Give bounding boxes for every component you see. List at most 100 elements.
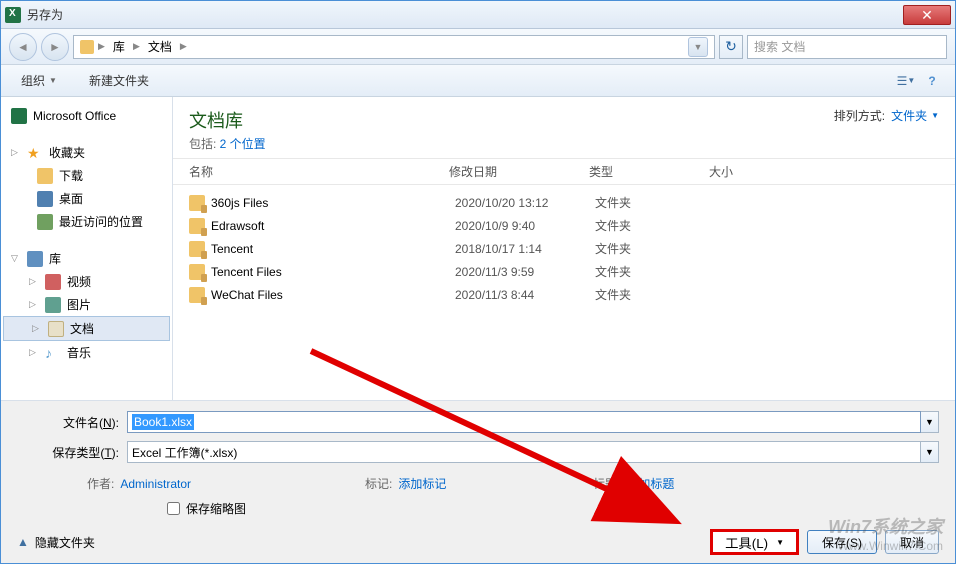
filename-row: 文件名(N): Book1.xlsx ▼ (17, 411, 939, 433)
cancel-button[interactable]: 取消 (885, 530, 939, 554)
column-date[interactable]: 修改日期 (449, 163, 589, 180)
recent-icon (37, 214, 53, 230)
download-icon (37, 168, 53, 184)
column-headers: 名称 修改日期 类型 大小 (173, 159, 955, 185)
savetype-label: 保存类型(T): (17, 444, 127, 461)
breadcrumb-item[interactable]: 文档 (144, 36, 176, 57)
refresh-button[interactable]: ↻ (719, 35, 743, 59)
chevron-right-icon: ▷ (29, 299, 39, 310)
column-name[interactable]: 名称 (189, 163, 449, 180)
folder-icon (80, 40, 94, 54)
file-name: Edrawsoft (211, 219, 455, 233)
file-row[interactable]: Edrawsoft2020/10/9 9:40文件夹 (189, 214, 939, 237)
hide-folders-button[interactable]: ▲ 隐藏文件夹 (17, 534, 95, 551)
column-size[interactable]: 大小 (709, 163, 789, 180)
excel-icon (11, 108, 27, 124)
library-title: 文档库 (189, 107, 266, 133)
chevron-right-icon: ▶ (133, 41, 140, 52)
author-value[interactable]: Administrator (120, 477, 191, 491)
file-row[interactable]: Tencent2018/10/17 1:14文件夹 (189, 237, 939, 260)
desktop-icon (37, 191, 53, 207)
music-icon: ♪ (45, 345, 61, 361)
sidebar-item-video[interactable]: ▷ 视频 (1, 270, 172, 293)
file-date: 2020/11/3 9:59 (455, 265, 595, 279)
title-label: 标题: (593, 475, 620, 492)
search-input[interactable]: 搜索 文档 (747, 35, 947, 59)
star-icon: ★ (27, 145, 43, 161)
tags-value[interactable]: 添加标记 (398, 475, 446, 492)
thumbnail-checkbox[interactable] (167, 502, 180, 515)
savetype-dropdown-button[interactable]: ▼ (921, 441, 939, 463)
file-row[interactable]: WeChat Files2020/11/3 8:44文件夹 (189, 283, 939, 306)
savetype-row: 保存类型(T): Excel 工作簿(*.xlsx) ▼ (17, 441, 939, 463)
window-title: 另存为 (27, 6, 903, 23)
save-as-dialog: 另存为 ✕ ◄ ► ▶ 库 ▶ 文档 ▶ ▼ ↻ 搜索 文档 组织▼ 新建文件夹… (0, 0, 956, 564)
sidebar-item-documents[interactable]: ▷ 文档 (3, 316, 170, 341)
folder-icon (189, 195, 205, 211)
back-button[interactable]: ◄ (9, 33, 37, 61)
content-area: 文档库 包括: 2 个位置 排列方式: 文件夹 ▼ 名称 修改日期 类型 (173, 97, 955, 400)
chevron-down-icon: ▽ (11, 253, 21, 264)
picture-icon (45, 297, 61, 313)
sidebar-item-desktop[interactable]: 桌面 (1, 187, 172, 210)
chevron-down-icon: ▼ (49, 76, 57, 85)
sidebar: Microsoft Office ▷ ★ 收藏夹 下载 桌面 最近访问的位置 (1, 97, 173, 400)
navbar: ◄ ► ▶ 库 ▶ 文档 ▶ ▼ ↻ 搜索 文档 (1, 29, 955, 65)
tags-label: 标记: (365, 475, 392, 492)
filename-input[interactable]: Book1.xlsx (127, 411, 921, 433)
title-value[interactable]: 添加标题 (626, 475, 674, 492)
sidebar-item-pictures[interactable]: ▷ 图片 (1, 293, 172, 316)
chevron-right-icon: ▷ (32, 323, 42, 334)
chevron-right-icon: ▷ (29, 276, 39, 287)
sidebar-item-libraries[interactable]: ▽ 库 (1, 247, 172, 270)
video-icon (45, 274, 61, 290)
file-list: 360js Files2020/10/20 13:12文件夹Edrawsoft2… (173, 185, 955, 400)
button-row: ▲ 隐藏文件夹 工具(L) ▼ 保存(S) 取消 (17, 521, 939, 555)
document-icon (48, 321, 64, 337)
file-row[interactable]: Tencent Files2020/11/3 9:59文件夹 (189, 260, 939, 283)
search-placeholder: 搜索 文档 (754, 38, 805, 55)
new-folder-button[interactable]: 新建文件夹 (81, 68, 157, 93)
file-date: 2020/10/9 9:40 (455, 219, 595, 233)
sort-dropdown[interactable]: 文件夹 ▼ (891, 107, 939, 124)
file-type: 文件夹 (595, 194, 715, 211)
chevron-down-icon: ▼ (776, 538, 784, 547)
file-row[interactable]: 360js Files2020/10/20 13:12文件夹 (189, 191, 939, 214)
chevron-right-icon: ▷ (11, 147, 21, 158)
address-bar[interactable]: ▶ 库 ▶ 文档 ▶ ▼ (73, 35, 715, 59)
folder-icon (189, 241, 205, 257)
chevron-right-icon: ▶ (98, 41, 105, 52)
forward-button[interactable]: ► (41, 33, 69, 61)
column-type[interactable]: 类型 (589, 163, 709, 180)
save-button[interactable]: 保存(S) (807, 530, 877, 554)
filename-label: 文件名(N): (17, 414, 127, 431)
view-options-button[interactable]: ☰ ▼ (895, 70, 917, 92)
sidebar-item-recent[interactable]: 最近访问的位置 (1, 210, 172, 233)
thumbnail-label: 保存缩略图 (186, 500, 246, 517)
file-date: 2018/10/17 1:14 (455, 242, 595, 256)
main-area: Microsoft Office ▷ ★ 收藏夹 下载 桌面 最近访问的位置 (1, 97, 955, 400)
tools-button[interactable]: 工具(L) ▼ (710, 529, 799, 555)
sort-control: 排列方式: 文件夹 ▼ (834, 107, 939, 124)
organize-button[interactable]: 组织▼ (13, 68, 65, 93)
excel-icon (5, 7, 21, 23)
sidebar-item-msoffice[interactable]: Microsoft Office (1, 105, 172, 127)
chevron-right-icon: ▷ (29, 347, 39, 358)
close-button[interactable]: ✕ (903, 5, 951, 25)
file-name: Tencent Files (211, 265, 455, 279)
file-name: Tencent (211, 242, 455, 256)
help-button[interactable]: ? (921, 70, 943, 92)
sidebar-item-favorites[interactable]: ▷ ★ 收藏夹 (1, 141, 172, 164)
chevron-right-icon: ▶ (180, 41, 187, 52)
sidebar-item-downloads[interactable]: 下载 (1, 164, 172, 187)
filename-dropdown-button[interactable]: ▼ (921, 411, 939, 433)
file-type: 文件夹 (595, 240, 715, 257)
savetype-select[interactable]: Excel 工作簿(*.xlsx) (127, 441, 921, 463)
file-date: 2020/10/20 13:12 (455, 196, 595, 210)
locations-link[interactable]: 2 个位置 (220, 137, 266, 151)
address-dropdown-button[interactable]: ▼ (688, 37, 708, 57)
toolbar: 组织▼ 新建文件夹 ☰ ▼ ? (1, 65, 955, 97)
sidebar-item-music[interactable]: ▷ ♪ 音乐 (1, 341, 172, 364)
file-type: 文件夹 (595, 217, 715, 234)
breadcrumb-item[interactable]: 库 (109, 36, 129, 57)
